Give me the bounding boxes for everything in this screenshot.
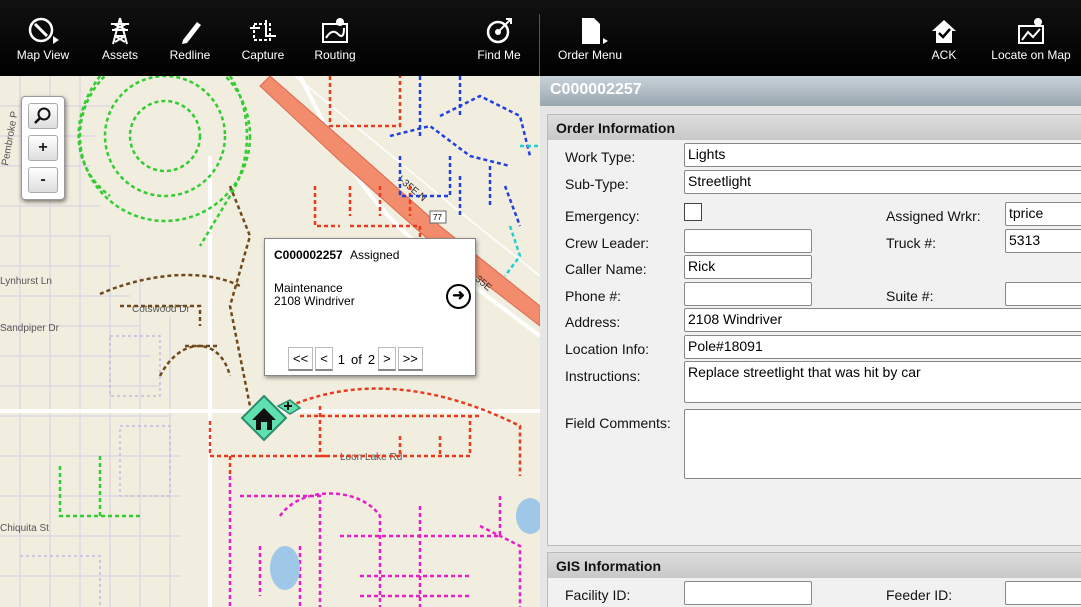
assets-button[interactable]: Assets xyxy=(96,16,144,72)
gis-section-title: GIS Information xyxy=(548,553,1081,578)
street-label: Cotswood Dr xyxy=(132,304,190,315)
top-toolbar: Map View Assets Redline Capture Routing xyxy=(0,0,1081,76)
map-popup: C000002257 Assigned Maintenance 2108 Win… xyxy=(264,238,476,376)
emergency-label: Emergency: xyxy=(565,208,640,224)
map-view[interactable]: Pembroke P Lynhurst Ln Sandpiper Dr Chiq… xyxy=(0,76,540,607)
popup-pager: << < 1 of 2 > >> xyxy=(288,346,425,372)
street-label: Chiquita St xyxy=(0,523,49,534)
house-check-icon xyxy=(922,16,966,48)
find-me-button[interactable]: Find Me xyxy=(474,16,524,72)
svg-text:77: 77 xyxy=(433,213,442,222)
address-label: Address: xyxy=(565,314,621,330)
order-header: C000002257 xyxy=(540,76,1081,106)
popup-status: Assigned xyxy=(350,248,400,262)
phone-label: Phone #: xyxy=(565,288,622,304)
order-number: C000002257 xyxy=(550,81,642,98)
phone-field[interactable] xyxy=(684,282,812,306)
instructions-field[interactable]: Replace streetlight that was hit by car xyxy=(684,361,1081,403)
order-detail-panel: C000002257 Order Information Work Type: … xyxy=(540,76,1081,607)
assigned-worker-label: Assigned Wrkr: xyxy=(886,208,981,224)
suite-label: Suite #: xyxy=(886,288,934,304)
crew-leader-field[interactable] xyxy=(684,229,812,253)
emergency-checkbox[interactable] xyxy=(684,203,702,221)
crop-icon xyxy=(238,16,288,48)
zoom-in-button[interactable]: + xyxy=(28,135,58,161)
redline-button[interactable]: Redline xyxy=(166,16,214,72)
ack-button[interactable]: ACK xyxy=(922,16,966,72)
popup-go-arrow-icon[interactable]: ➜ xyxy=(446,284,471,309)
truck-field[interactable]: 5313 xyxy=(1005,229,1081,253)
toolbar-divider xyxy=(539,14,540,76)
pager-current: 1 xyxy=(337,351,346,367)
pager-total: 2 xyxy=(367,351,376,367)
caller-name-label: Caller Name: xyxy=(565,261,647,277)
power-tower-icon xyxy=(96,16,144,48)
pager-prev-button[interactable]: < xyxy=(315,347,333,371)
feeder-id-label: Feeder ID: xyxy=(886,587,953,603)
sub-type-label: Sub-Type: xyxy=(565,176,629,192)
work-type-label: Work Type: xyxy=(565,149,636,165)
instructions-label: Instructions: xyxy=(565,368,641,384)
work-type-field[interactable]: Lights xyxy=(684,143,1081,167)
pager-of: of xyxy=(351,351,362,367)
compass-icon xyxy=(12,16,74,48)
field-comments-label: Field Comments: xyxy=(565,415,671,431)
zoom-search-button[interactable] xyxy=(28,103,58,129)
document-icon xyxy=(554,16,626,48)
pager-first-button[interactable]: << xyxy=(288,347,314,371)
zoom-control: + - xyxy=(21,96,65,200)
map-pin-icon xyxy=(988,16,1074,48)
suite-field[interactable] xyxy=(1005,282,1081,306)
truck-label: Truck #: xyxy=(886,235,937,251)
assigned-worker-field[interactable]: tprice xyxy=(1005,202,1081,226)
address-field[interactable]: 2108 Windriver xyxy=(684,308,1081,332)
location-info-label: Location Info: xyxy=(565,341,650,357)
capture-button[interactable]: Capture xyxy=(238,16,288,72)
target-icon xyxy=(474,16,524,48)
map-view-button[interactable]: Map View xyxy=(12,16,74,72)
magnifier-icon xyxy=(34,107,51,124)
feeder-id-field[interactable] xyxy=(1005,581,1081,605)
street-label: Lynhurst Ln xyxy=(0,276,52,287)
field-comments-field[interactable] xyxy=(684,409,1081,479)
caller-name-field[interactable]: Rick xyxy=(684,255,812,279)
popup-address: 2108 Windriver xyxy=(274,294,355,308)
zoom-out-button[interactable]: - xyxy=(28,167,58,193)
pager-last-button[interactable]: >> xyxy=(397,347,423,371)
pager-next-button[interactable]: > xyxy=(378,347,396,371)
locate-on-map-button[interactable]: Locate on Map xyxy=(988,16,1074,72)
facility-id-label: Facility ID: xyxy=(565,587,631,603)
location-info-field[interactable]: Pole#18091 xyxy=(684,335,1081,359)
street-label: Loon Lake Rd xyxy=(340,452,402,463)
sub-type-field[interactable]: Streetlight xyxy=(684,170,1081,194)
popup-order-id: C000002257 xyxy=(274,248,343,262)
order-information-section: Order Information Work Type: Lights Sub-… xyxy=(547,114,1081,546)
routing-button[interactable]: Routing xyxy=(310,16,360,72)
street-label: Sandpiper Dr xyxy=(0,323,60,334)
pencil-icon xyxy=(166,16,214,48)
facility-id-field[interactable] xyxy=(684,581,812,605)
order-section-title: Order Information xyxy=(548,115,1081,140)
crew-leader-label: Crew Leader: xyxy=(565,235,650,251)
gis-information-section: GIS Information Facility ID: Feeder ID: xyxy=(547,552,1081,607)
route-map-icon xyxy=(310,16,360,48)
house-marker-icon xyxy=(240,394,302,442)
popup-type: Maintenance xyxy=(274,281,343,295)
order-location-marker[interactable] xyxy=(238,394,302,447)
order-menu-button[interactable]: Order Menu xyxy=(554,16,626,72)
app-window: Map View Assets Redline Capture Routing xyxy=(0,0,1081,607)
